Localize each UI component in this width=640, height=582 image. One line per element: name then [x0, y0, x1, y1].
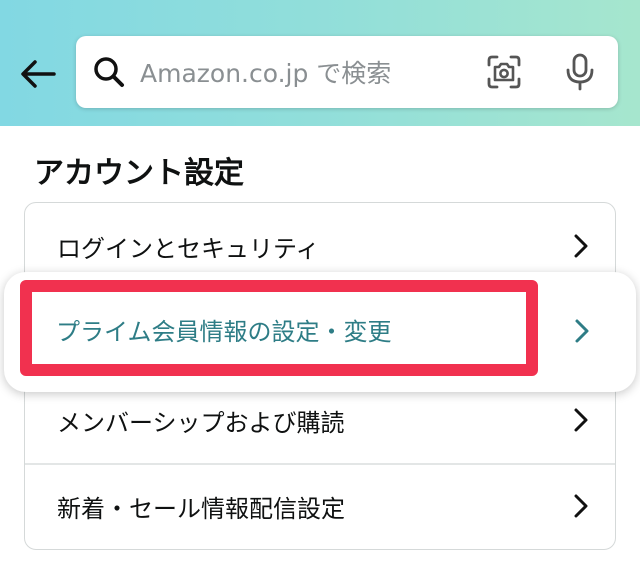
search-icon [94, 57, 124, 87]
back-button[interactable] [18, 54, 58, 94]
list-item-label: メンバーシップおよび購読 [57, 408, 345, 437]
search-input[interactable] [138, 50, 472, 96]
search-bar[interactable] [76, 36, 618, 108]
app-header [0, 0, 640, 126]
chevron-right-icon [574, 234, 588, 258]
chevron-right-icon [574, 408, 588, 432]
arrow-left-icon [21, 60, 56, 88]
list-item-label: 新着・セール情報配信設定 [57, 494, 345, 523]
chevron-right-icon [574, 494, 588, 518]
list-item-newsletter-settings[interactable]: 新着・セール情報配信設定 [25, 463, 615, 549]
microphone-icon[interactable] [562, 53, 598, 91]
camera-scan-icon[interactable] [486, 54, 522, 90]
list-item-label: プライム会員情報の設定・変更 [56, 318, 392, 346]
chevron-right-icon [575, 319, 589, 343]
list-item-prime-membership[interactable]: プライム会員情報の設定・変更 [4, 272, 636, 392]
list-item-label: ログインとセキュリティ [57, 234, 320, 263]
section-title: アカウント設定 [34, 156, 244, 191]
